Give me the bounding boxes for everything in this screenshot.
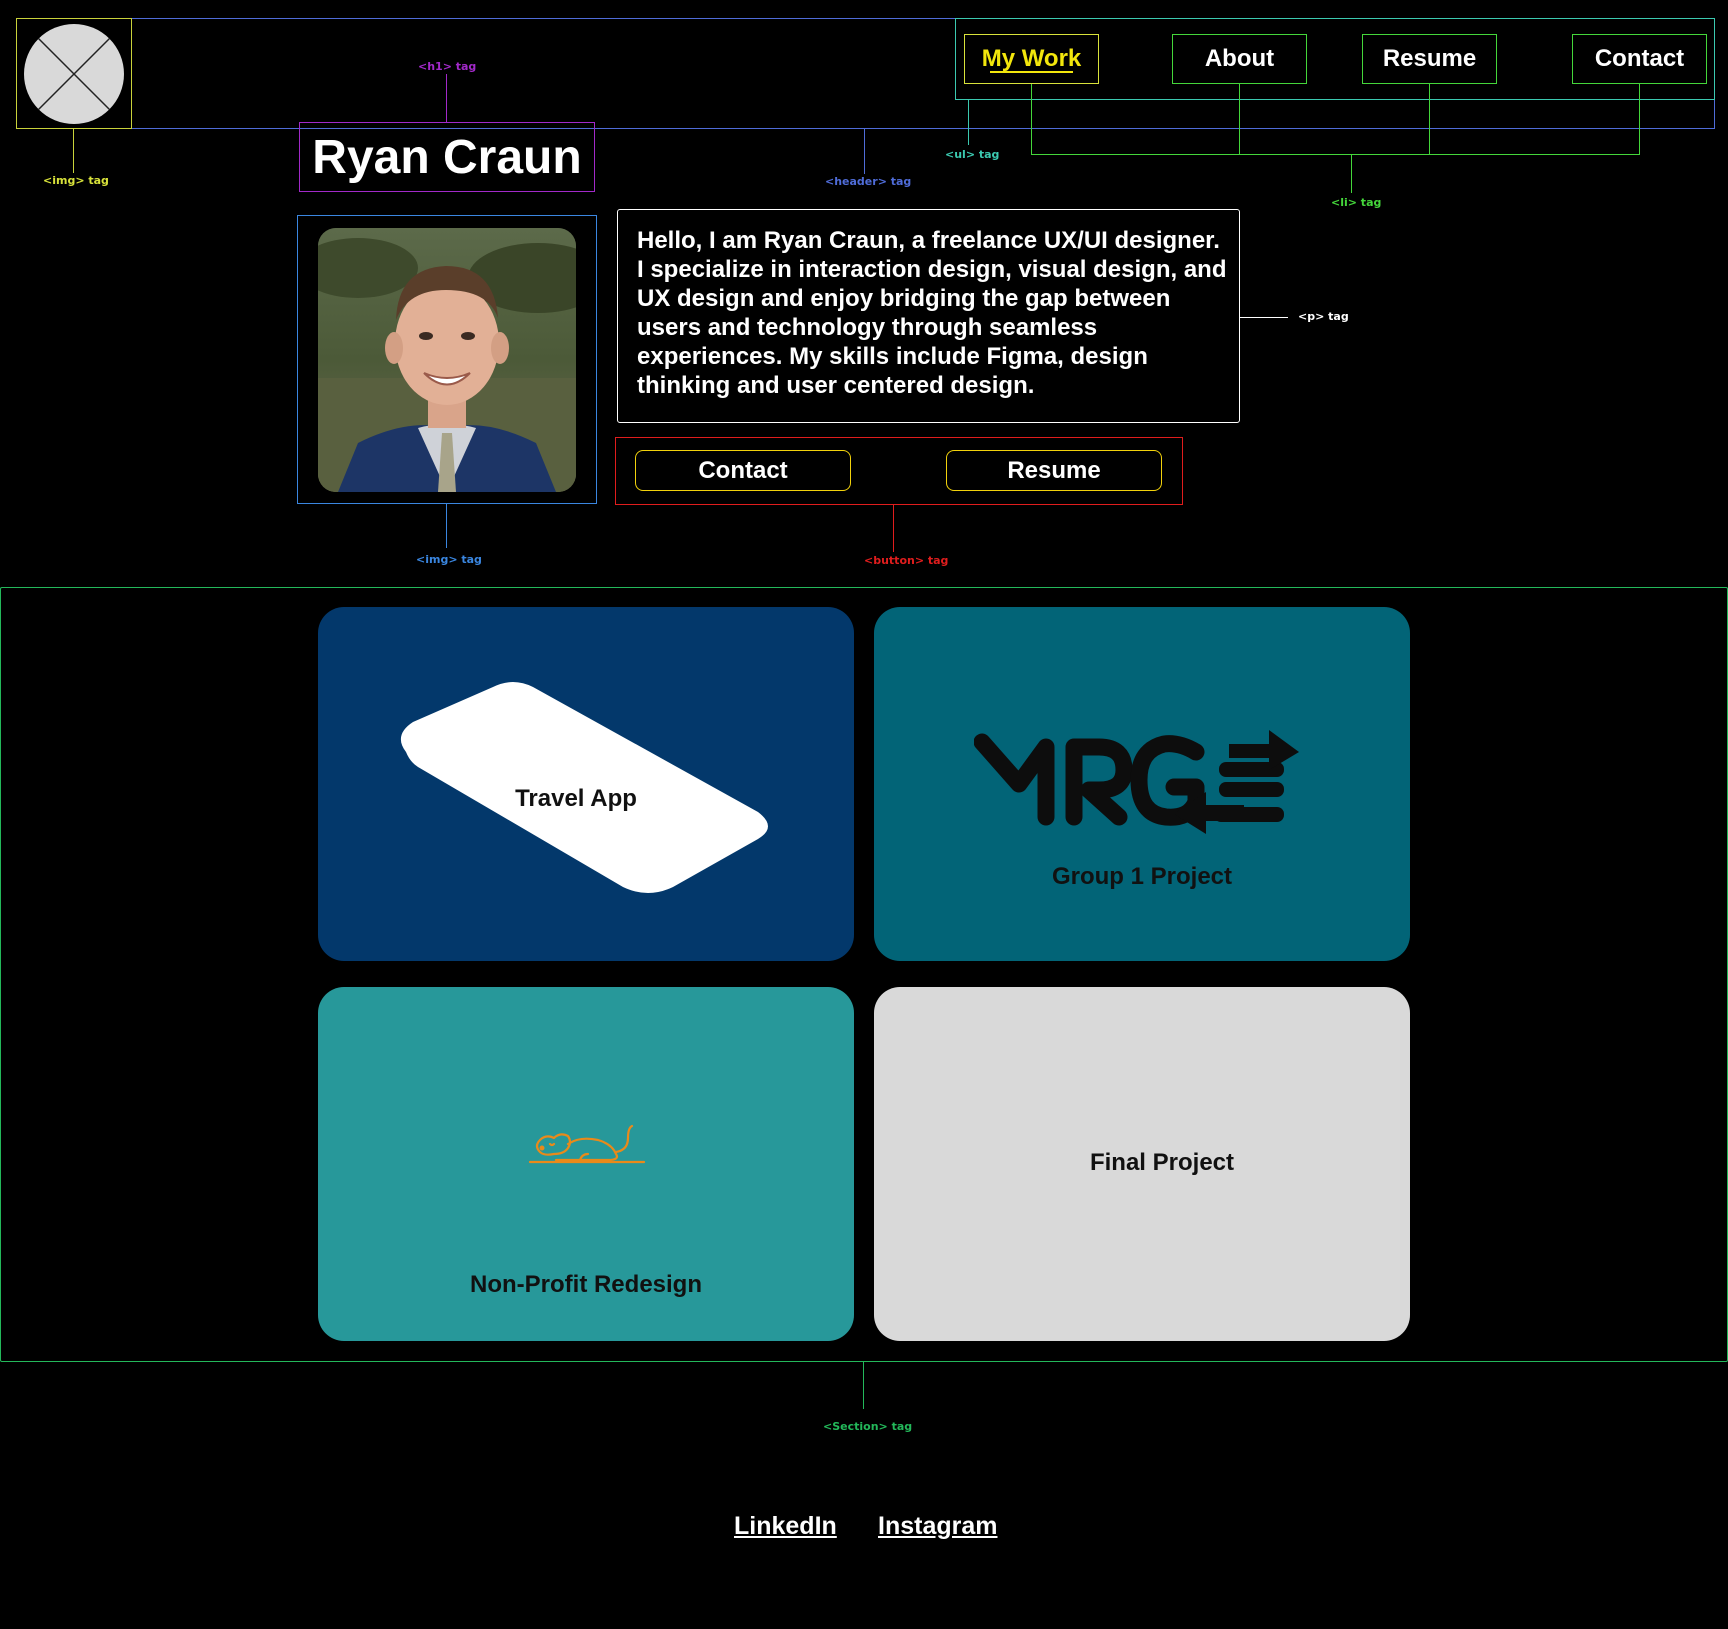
image-placeholder-icon — [37, 37, 111, 111]
section-outline — [0, 587, 1728, 1362]
img-tag-annotation: <img> tag — [416, 553, 482, 566]
logo-placeholder-image[interactable] — [24, 24, 124, 124]
nav-label: Contact — [1594, 45, 1685, 72]
nav-item-about[interactable]: About — [1172, 34, 1307, 84]
button-connector — [893, 505, 894, 552]
p-connector — [1240, 317, 1288, 318]
h1-connector — [446, 74, 447, 122]
li-connector — [1639, 84, 1640, 155]
mrge-logo-icon — [974, 730, 1299, 834]
profile-photo — [318, 228, 576, 492]
linkedin-link[interactable]: LinkedIn — [734, 1512, 837, 1541]
ul-tag-annotation: <ul> tag — [945, 148, 1000, 161]
bio-paragraph: Hello, I am Ryan Craun, a freelance UX/U… — [637, 227, 1227, 399]
card-label: Group 1 Project — [1051, 863, 1233, 890]
sleeping-dog-icon — [528, 1124, 646, 1164]
nav-label: Resume — [1382, 45, 1477, 72]
img-tag-annotation: <img> tag — [43, 174, 109, 187]
li-connector — [1239, 84, 1240, 155]
li-connector — [1351, 155, 1352, 193]
project-card-group-1[interactable]: Group 1 Project — [874, 607, 1410, 961]
img-connector — [73, 129, 74, 173]
header-tag-annotation: <header> tag — [825, 175, 912, 188]
img-connector — [446, 504, 447, 548]
li-tag-annotation: <li> tag — [1331, 196, 1382, 209]
project-card-final-project[interactable]: Final Project — [874, 987, 1410, 1341]
portrait-illustration — [318, 228, 576, 492]
li-connector — [1429, 84, 1430, 155]
li-connector — [1031, 154, 1640, 155]
instagram-link[interactable]: Instagram — [878, 1512, 997, 1541]
phone-shape-icon — [400, 682, 768, 893]
nav-label: About — [1204, 45, 1275, 72]
h1-tag-annotation: <h1> tag — [418, 60, 477, 73]
ul-connector — [968, 100, 969, 145]
project-card-travel-app[interactable]: Travel App — [318, 607, 854, 961]
nav-item-contact[interactable]: Contact — [1572, 34, 1707, 84]
p-tag-annotation: <p> tag — [1298, 310, 1349, 323]
nav-label: My Work — [981, 45, 1082, 72]
button-tag-annotation: <button> tag — [864, 554, 949, 567]
card-label: Non-Profit Redesign — [470, 1271, 702, 1298]
page-title: Ryan Craun — [312, 130, 582, 184]
contact-button[interactable]: Contact — [635, 450, 851, 491]
li-connector — [1031, 84, 1032, 155]
card-label: Final Project — [1089, 1149, 1235, 1176]
nav-item-resume[interactable]: Resume — [1362, 34, 1497, 84]
project-card-non-profit-redesign[interactable]: Non-Profit Redesign — [318, 987, 854, 1341]
card-label: Travel App — [515, 785, 637, 812]
section-connector — [863, 1362, 864, 1409]
resume-button[interactable]: Resume — [946, 450, 1162, 491]
nav-item-my-work[interactable]: My Work — [964, 34, 1099, 84]
section-tag-annotation: <Section> tag — [823, 1420, 913, 1433]
header-connector — [864, 129, 865, 174]
active-underline — [990, 71, 1073, 73]
